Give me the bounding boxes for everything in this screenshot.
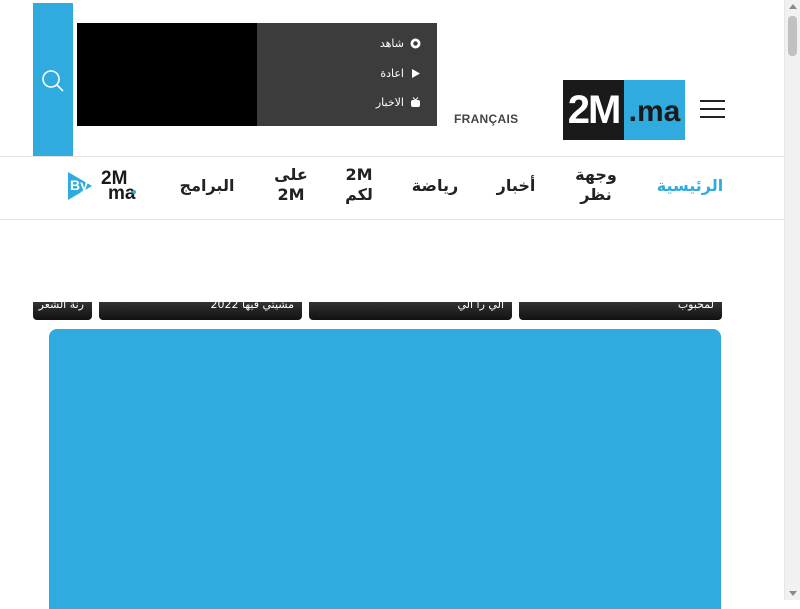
nav-item-programs[interactable]: البرامج: [172, 176, 242, 196]
record-icon: [410, 38, 421, 49]
hero-banner[interactable]: [49, 329, 721, 609]
nav-item-sports[interactable]: رياضة: [404, 176, 466, 196]
live-video-preview[interactable]: [77, 23, 257, 126]
live-menu-replay[interactable]: اعادة: [380, 63, 421, 83]
nav-item-2m-for-you[interactable]: 2M لكم: [334, 165, 384, 205]
live-menu-news[interactable]: الاخبار: [376, 92, 421, 112]
by-2m-logo[interactable]: By 2M ma: [68, 169, 140, 204]
language-switch-link[interactable]: FRANÇAIS: [454, 112, 518, 126]
logo-ma: .ma: [628, 95, 681, 128]
scroll-up-icon[interactable]: [789, 4, 797, 9]
carousel-card-title: رنة الشعر: [38, 302, 84, 311]
by2m-ma-text: ma: [108, 183, 136, 204]
live-menu-label: اعادة: [380, 66, 404, 80]
carousel-card[interactable]: رنة الشعر: [33, 302, 92, 320]
page-scrollbar[interactable]: [784, 0, 800, 600]
live-menu-label: شاهد: [379, 36, 404, 50]
by2m-dot: [132, 190, 136, 194]
nav-item-news[interactable]: أخبار: [490, 176, 542, 196]
site-logo[interactable]: 2M .ma: [563, 80, 685, 140]
nav-item-home[interactable]: الرئيسية: [652, 176, 728, 196]
search-icon: [42, 70, 64, 92]
carousel-card[interactable]: لمحبوب: [519, 302, 722, 320]
scroll-down-icon[interactable]: [789, 591, 797, 596]
by2m-by-text: By: [70, 177, 88, 193]
search-button[interactable]: [33, 3, 73, 156]
tv-icon: [410, 96, 421, 108]
live-menu-watch[interactable]: شاهد: [380, 33, 421, 53]
carousel-card[interactable]: مشيتي فيها 2022: [99, 302, 302, 320]
menu-icon[interactable]: [700, 100, 726, 120]
carousel-card-title: الي را الي: [457, 302, 504, 311]
scrollbar-thumb[interactable]: [788, 16, 797, 56]
carousel-card-title: مشيتي فيها 2022: [210, 302, 294, 311]
carousel-card-title: لمحبوب: [677, 302, 714, 311]
carousel-card[interactable]: الي را الي: [309, 302, 512, 320]
nav-item-on-2m[interactable]: على 2M: [268, 165, 314, 205]
nav-item-opinion[interactable]: وجهة نظر: [566, 165, 626, 205]
logo-2m: 2M: [563, 80, 624, 140]
live-menu-label: الاخبار: [375, 95, 404, 109]
live-player-widget: شاهد اعادة الاخبار: [77, 23, 437, 126]
replay-icon: [410, 68, 421, 79]
